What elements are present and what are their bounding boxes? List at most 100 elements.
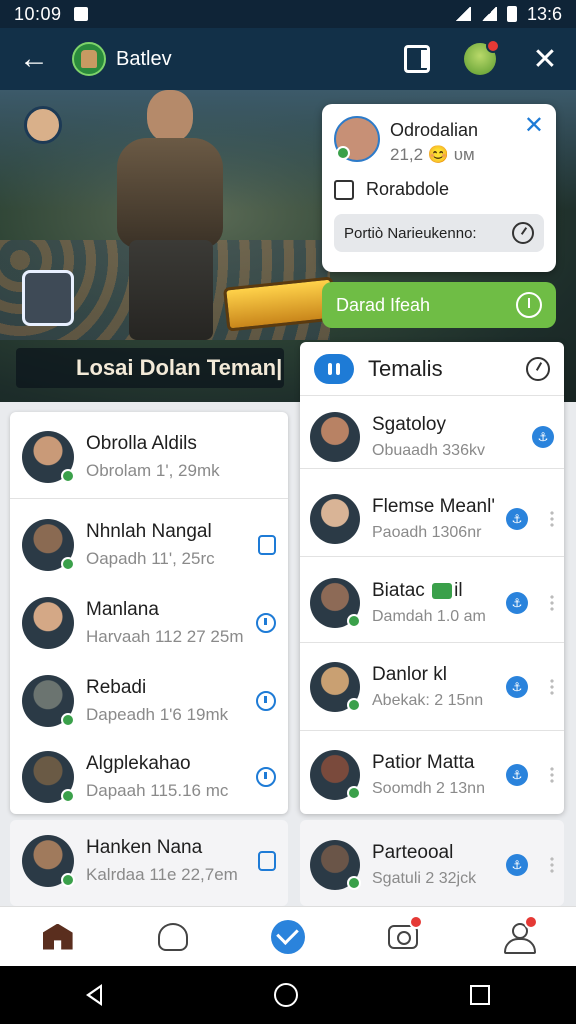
friend-subtitle: Abekak: 2 15nn — [372, 692, 484, 709]
friend-row[interactable]: Flemse Meanl' Paoadh 1306nr ⚓ — [300, 480, 564, 558]
close-icon: ✕ — [532, 42, 558, 76]
anchor-icon[interactable]: ⚓ — [506, 508, 528, 530]
arrow-left-icon: ← — [19, 42, 49, 75]
friend-row[interactable]: Parteooal Sgatuli 2 32jck ⚓ — [300, 826, 564, 904]
clock-icon — [516, 292, 542, 318]
info-icon[interactable] — [256, 767, 276, 787]
friend-name: Flemse Meanl' — [372, 496, 495, 517]
friend-row[interactable]: Sgatoloy Obuaadh 336kv ⚓ — [300, 402, 564, 472]
back-button[interactable]: ← — [16, 41, 52, 77]
item-name: Obrolla Aldils — [86, 433, 197, 454]
status-icons: 13:6 — [454, 4, 562, 25]
more-vertical-icon[interactable] — [550, 766, 554, 784]
friend-popup: Odrodalian 21,2 😊 ᴜᴍ ✕ Rorabdole Portiò … — [322, 104, 556, 272]
system-back-icon[interactable] — [86, 984, 102, 1006]
wifi-icon — [480, 7, 497, 21]
app-logo-icon — [72, 42, 106, 76]
item-subtitle: Dapaah 115.16 mc — [86, 781, 229, 800]
list-item[interactable]: Rebadi Dapeadh 1'6 19mk — [10, 662, 288, 740]
app-header: ← Batlev ✕ — [0, 28, 576, 90]
popup-checkbox-row[interactable]: Rorabdole — [334, 179, 544, 200]
list-item[interactable]: Algplekahao Dapaah 115.16 mc — [10, 738, 288, 816]
list-item[interactable]: Obrolla Aldils Obrolam 1', 29mk — [10, 418, 288, 496]
popup-close-icon[interactable]: ✕ — [524, 114, 544, 138]
item-subtitle: Kalrdaa 11e 22,7em — [86, 865, 238, 884]
system-nav — [0, 966, 576, 1024]
video-call-icon[interactable] — [258, 535, 276, 555]
list-item[interactable]: Hanken Nana Kalrdaa 11e 22,7em — [10, 822, 288, 900]
anchor-icon[interactable]: ⚓ — [506, 592, 528, 614]
avatar — [22, 597, 74, 649]
green-action-button[interactable]: Darad Ifeah — [322, 282, 556, 328]
friends-panel-secondary: Parteooal Sgatuli 2 32jck ⚓ — [300, 820, 564, 906]
friend-row[interactable]: Danlor kl Abekak: 2 15nn ⚓ — [300, 648, 564, 726]
list-item[interactable]: Manlana Harvaah 112 27 25m — [10, 584, 288, 662]
item-name: Hanken Nana — [86, 837, 203, 858]
profile-avatar[interactable] — [464, 39, 500, 75]
friends-panel-header: Temalis — [300, 342, 564, 396]
nav-profile[interactable] — [498, 914, 539, 957]
chat-list-card: Obrolla Aldils Obrolam 1', 29mk Nhnlah N… — [10, 412, 288, 814]
banner-thumbnail[interactable] — [22, 270, 74, 326]
clock-icon[interactable] — [526, 356, 550, 381]
item-name: Nhnlah Nangal — [86, 521, 212, 542]
item-name: Algplekahao — [86, 753, 191, 774]
system-home-icon[interactable] — [274, 983, 298, 1007]
more-vertical-icon[interactable] — [550, 594, 554, 612]
status-time: 10:09 — [14, 3, 62, 24]
anchor-icon[interactable]: ⚓ — [506, 764, 528, 786]
popup-action-label: Portiò Narieukenno: — [344, 224, 477, 242]
friend-name: Sgatoloy — [372, 414, 446, 435]
check-icon — [270, 919, 305, 954]
popup-avatar — [334, 116, 380, 162]
item-subtitle: Obrolam 1', 29mk — [86, 461, 220, 480]
close-button[interactable]: ✕ — [530, 42, 560, 77]
nav-home[interactable] — [38, 917, 78, 957]
avatar — [310, 662, 361, 712]
nav-center[interactable] — [268, 917, 308, 957]
info-icon[interactable] — [256, 613, 276, 633]
people-icon — [157, 922, 188, 951]
friend-name: Patior Matta — [372, 752, 475, 773]
friend-name-tail: il — [454, 580, 463, 601]
info-icon[interactable] — [256, 691, 276, 711]
friend-row[interactable]: Biatac il Damdah 1.0 am ⚓ — [300, 564, 564, 642]
friends-panel-title: Temalis — [368, 355, 443, 381]
avatar — [310, 840, 361, 890]
item-name: Manlana — [86, 599, 159, 620]
popup-action-button[interactable]: Portiò Narieukenno: — [334, 214, 544, 252]
item-subtitle: Dapeadh 1'6 19mk — [86, 705, 229, 724]
checkbox[interactable] — [334, 179, 354, 200]
anchor-icon[interactable]: ⚓ — [532, 426, 554, 448]
friend-name: Parteooal — [372, 842, 454, 863]
friend-subtitle: Damdah 1.0 am — [372, 608, 486, 625]
green-action-label: Darad Ifeah — [336, 294, 431, 315]
status-bar: 10:09 13:6 — [0, 0, 576, 28]
popup-name: Odrodalian — [390, 120, 479, 140]
video-call-icon[interactable] — [258, 851, 276, 871]
more-vertical-icon[interactable] — [550, 856, 554, 874]
avatar — [22, 835, 75, 887]
more-vertical-icon[interactable] — [550, 510, 554, 528]
nav-camera[interactable] — [383, 914, 424, 957]
list-item[interactable]: Nhnlah Nangal Oapadh 11', 25rc — [10, 506, 288, 584]
anchor-icon[interactable]: ⚓ — [506, 854, 528, 876]
system-recents-icon[interactable] — [470, 985, 490, 1005]
nav-friends[interactable] — [153, 917, 193, 957]
popup-subtitle: 21,2 😊 ᴜᴍ — [390, 145, 475, 164]
signal-icon — [454, 7, 471, 21]
anchor-icon[interactable]: ⚓ — [506, 676, 528, 698]
notification-badge — [409, 914, 424, 929]
online-indicator — [336, 146, 350, 160]
banner-avatar — [24, 106, 62, 144]
more-vertical-icon[interactable] — [550, 678, 554, 696]
friends-panel: Temalis Sgatoloy Obuaadh 336kv ⚓ Flemse … — [300, 342, 564, 814]
friend-subtitle: Sgatuli 2 32jck — [372, 870, 477, 887]
notification-badge — [524, 914, 539, 929]
friend-row[interactable]: Patior Matta Soomdh 2 13nn ⚓ — [300, 736, 564, 814]
friend-name: Biatac il — [372, 580, 506, 602]
avatar — [22, 431, 75, 483]
pause-icon[interactable] — [314, 353, 354, 384]
device-switch-icon[interactable] — [404, 45, 430, 73]
notification-badge — [486, 39, 500, 53]
